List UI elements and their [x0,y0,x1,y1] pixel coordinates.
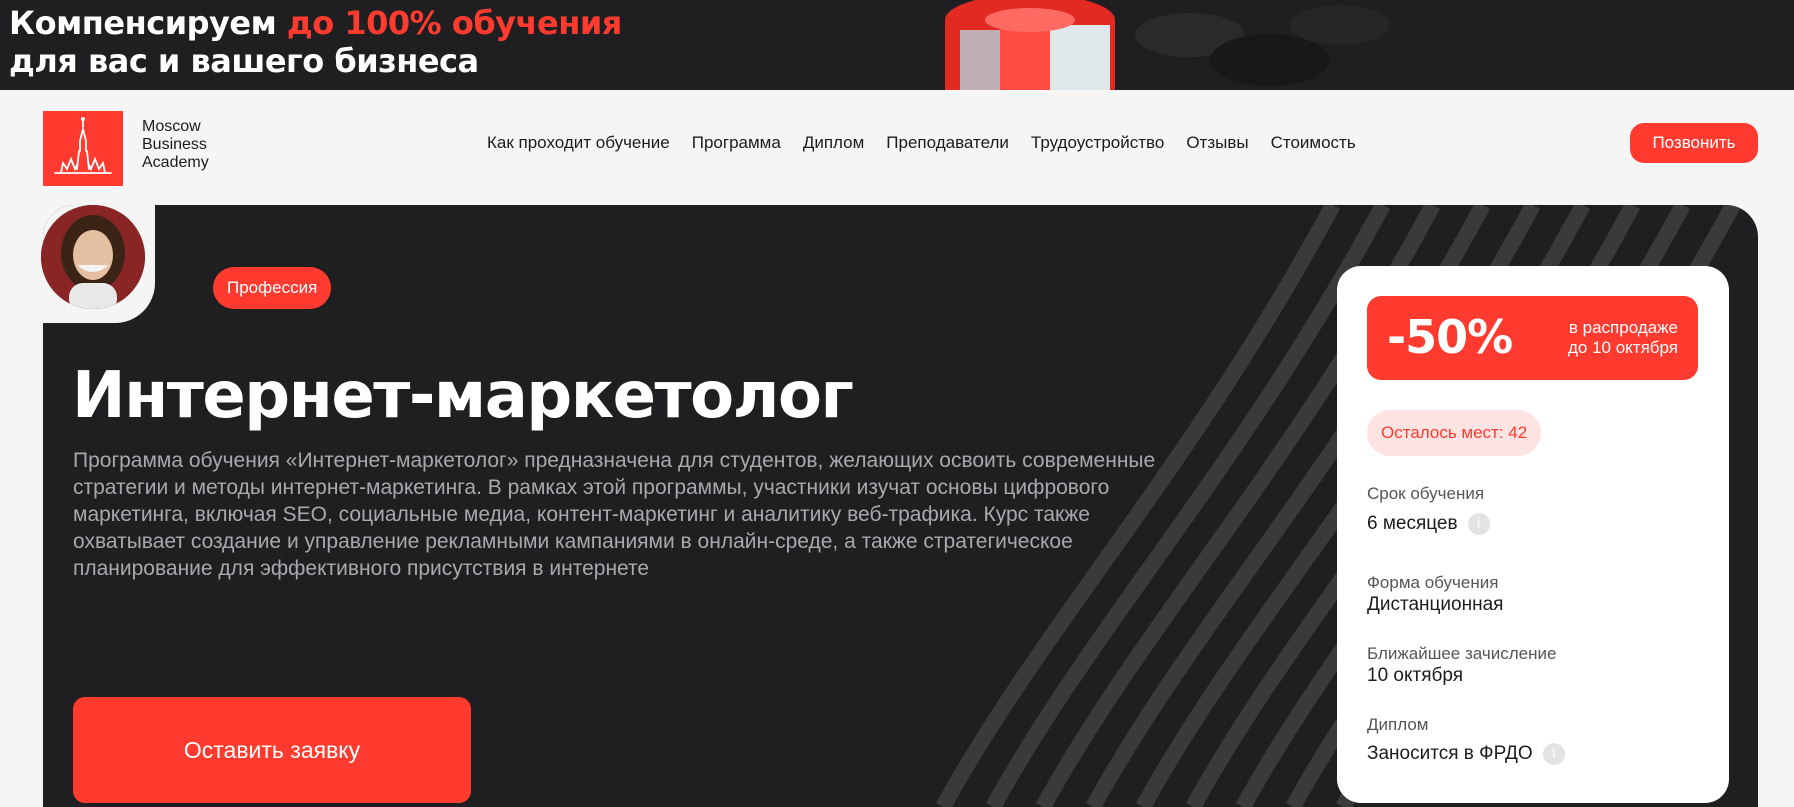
promo-line1-prefix: Компенсируем [9,4,277,42]
apply-button[interactable]: Оставить заявку [73,697,471,803]
duration-text: 6 месяцев [1367,513,1458,535]
study-form-label: Форма обучения [1367,573,1499,592]
diploma-label: Диплом [1367,715,1429,734]
sale-note-line: в распродаже [1568,318,1678,337]
nav-link-employment[interactable]: Трудоустройство [1031,133,1164,153]
nav-link-diploma[interactable]: Диплом [803,133,864,153]
info-icon[interactable]: i [1542,743,1565,765]
logo-line: Moscow [142,118,201,135]
profession-tag: Профессия [213,267,332,309]
logo-line: Academy [142,154,209,171]
promo-banner[interactable]: Компенсируем до 100% обучения для вас и … [0,0,1794,90]
info-icon[interactable]: i [1467,513,1490,535]
logo-mark[interactable] [43,111,123,186]
nav-link-teachers[interactable]: Преподаватели [886,133,1009,153]
promo-text: Компенсируем до 100% обучения для вас и … [9,4,622,80]
course-description: Программа обучения «Интернет-маркетолог»… [73,449,1156,580]
promo-line2: для вас и вашего бизнеса [9,42,479,80]
duration-value: 6 месяцев i [1367,513,1490,535]
enrollment-label: Ближайшее зачисление [1367,644,1557,663]
promo-3d-illustration [945,0,1390,90]
logo-wordmark[interactable]: Moscow Business Academy [142,118,209,172]
call-button[interactable]: Позвонить [1630,123,1758,163]
duration-label: Срок обучения [1367,484,1485,503]
person-photo [41,205,145,309]
nav-link-reviews[interactable]: Отзывы [1186,133,1248,153]
nav-link-price[interactable]: Стоимость [1271,133,1356,153]
diploma-value: Заносится в ФРДО i [1367,743,1565,765]
nav-link-how-it-works[interactable]: Как проходит обучение [487,133,670,153]
diploma-text: Заносится в ФРДО [1367,743,1533,765]
sale-note: в распродаже до 10 октября [1568,318,1678,358]
sale-percent: -50% [1387,310,1513,364]
page-title: Интернет-маркетолог [72,359,854,433]
enrollment-value: 10 октября [1367,665,1464,686]
logo-line: Business [142,136,207,153]
sale-banner: -50% в распродаже до 10 октября [1367,296,1698,380]
kremlin-logo-icon [54,117,112,174]
avatar [41,205,145,309]
main-nav: Как проходит обучение Программа Диплом П… [487,133,1378,153]
sale-note-line: до 10 октября [1567,338,1678,357]
promo-line1-accent: до 100% обучения [286,4,622,42]
seats-left-badge: Осталось мест: 42 [1367,410,1542,456]
course-info-card: -50% в распродаже до 10 октября Осталось… [1337,266,1729,803]
nav-link-program[interactable]: Программа [692,133,781,153]
study-form-value: Дистанционная [1367,594,1504,615]
site-header: Moscow Business Academy Как проходит обу… [0,90,1794,205]
